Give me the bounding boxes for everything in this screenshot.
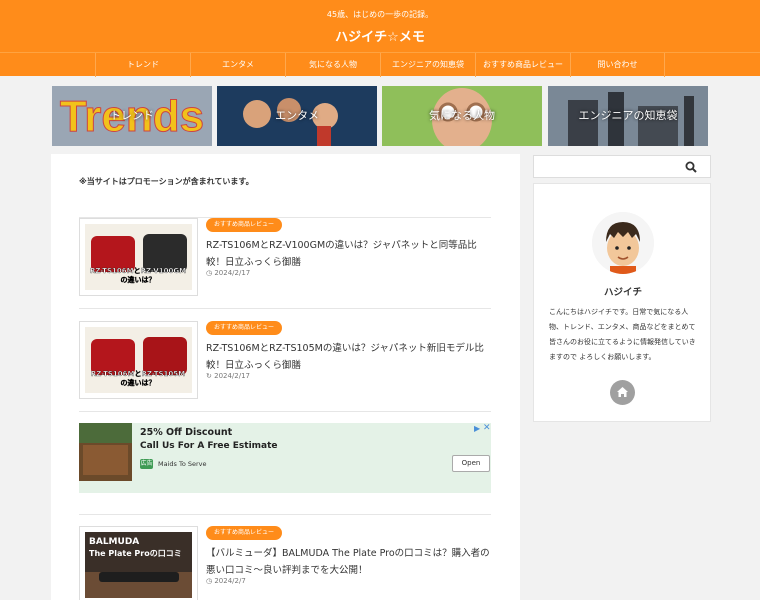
post-title-line: RZ-TS106MとRZ-TS105Mの違いは？ジャパネット新旧モデル比 [206, 343, 484, 354]
banner-entertainment[interactable]: エンタメ [217, 86, 377, 146]
main-content: ※当サイトはプロモーションが含まれています。 RZ-TS106MとRZ-V100… [51, 154, 520, 600]
ad-badge: 広告 [140, 459, 153, 469]
site-tagline: 45歳、はじめの一歩の記録。 [326, 10, 434, 19]
post-title-line: 悪い口コミ〜良い評判までを大公開！ [206, 565, 368, 576]
search-input[interactable] [533, 155, 711, 178]
ad-subtitle[interactable]: Call Us For A Free Estimate [140, 441, 278, 451]
nav-item-contact[interactable]: 問い合わせ [570, 53, 665, 77]
post-card[interactable]: RZ-TS106MとRZ-TS105M の違いは？ おすすめ商品レビュー RZ-… [79, 321, 491, 401]
banner-people[interactable]: 気になる人物 [382, 86, 542, 146]
post-date: ↻ 2024/2/17 [206, 372, 250, 380]
banner-label: エンジニアの知恵袋 [578, 109, 678, 122]
thumb-caption-line1: BALMUDA [89, 537, 139, 547]
profile-name: ハジイチ [603, 287, 642, 298]
banner-label: 気になる人物 [429, 109, 495, 122]
divider [79, 308, 491, 309]
home-icon [617, 387, 628, 397]
banner-label: トレンド [110, 109, 154, 122]
avatar [592, 212, 654, 274]
post-title[interactable]: 【バルミューダ】BALMUDA The Plate Proの口コミは？購入者の … [206, 545, 491, 579]
search-icon[interactable] [685, 161, 697, 173]
category-badge[interactable]: おすすめ商品レビュー [206, 526, 283, 540]
nav-item-trend[interactable]: トレンド [95, 53, 190, 77]
ad-image [79, 423, 132, 481]
post-card[interactable]: RZ-TS106MとRZ-V100GM の違いは？ おすすめ商品レビュー RZ-… [79, 218, 491, 298]
clock-icon: ◷ [206, 269, 213, 277]
refresh-icon: ↻ [206, 372, 212, 380]
date-text: 2024/2/7 [214, 577, 246, 585]
hotplate-image: BALMUDA The Plate Proの口コミ [85, 532, 192, 598]
post-card[interactable]: BALMUDA The Plate Proの口コミ おすすめ商品レビュー 【バル… [79, 526, 491, 600]
post-title[interactable]: RZ-TS106MとRZ-TS105Mの違いは？ジャパネット新旧モデル比 較！日… [206, 340, 491, 374]
profile-bio: こんにちはハジイチです。日常で気になる人物、トレンド、エンタメ、商品などをまとめ… [549, 308, 696, 361]
profile-widget: ハジイチ こんにちはハジイチです。日常で気になる人物、トレンド、エンタメ、商品な… [533, 183, 711, 422]
promotion-notice: ※当サイトはプロモーションが含まれています。 [79, 177, 254, 186]
site-header: 45歳、はじめの一歩の記録。 ハジイチ☆メモ [0, 0, 760, 52]
divider [79, 411, 491, 412]
rice-cooker-image: RZ-TS106MとRZ-V100GM の違いは？ [85, 224, 192, 290]
avatar-illustration [592, 212, 654, 274]
nav-item-engineer[interactable]: エンジニアの知恵袋 [380, 53, 475, 77]
category-badge[interactable]: おすすめ商品レビュー [206, 321, 283, 335]
ad-title[interactable]: 25% Off Discount [140, 427, 232, 438]
thumb-caption-line2: The Plate Proの口コミ [89, 549, 182, 558]
post-thumbnail[interactable]: BALMUDA The Plate Proの口コミ [79, 526, 198, 600]
global-nav: トレンド エンタメ 気になる人物 エンジニアの知恵袋 おすすめ商品レビュー 問い… [0, 52, 760, 77]
nav-item-review[interactable]: おすすめ商品レビュー [475, 53, 570, 77]
thumb-caption-line1: RZ-TS106MとRZ-V100GM [90, 267, 186, 275]
nav-item-people[interactable]: 気になる人物 [285, 53, 380, 77]
adchoices-icon[interactable]: ▶ [474, 424, 480, 433]
post-title-line: RZ-TS106MとRZ-V100GMの違いは？ジャパネットと同等品比 [206, 240, 477, 251]
date-text: 2024/2/17 [214, 372, 251, 380]
banner-trend[interactable]: Trends トレンド [52, 86, 212, 146]
post-thumbnail[interactable]: RZ-TS106MとRZ-V100GM の違いは？ [79, 218, 198, 296]
banner-engineer[interactable]: エンジニアの知恵袋 [548, 86, 708, 146]
site-title[interactable]: ハジイチ☆メモ [0, 26, 760, 45]
rice-cooker-image: RZ-TS106MとRZ-TS105M の違いは？ [85, 327, 192, 393]
thumb-caption-line2: の違いは？ [121, 275, 156, 284]
post-date: ◷ 2024/2/17 [206, 269, 250, 277]
advertisement[interactable]: 25% Off Discount Call Us For A Free Esti… [79, 423, 491, 493]
thumb-caption-line2: の違いは？ [121, 378, 156, 387]
ad-open-button[interactable]: Open [452, 455, 490, 472]
divider [79, 514, 491, 515]
nav-item-entertainment[interactable]: エンタメ [190, 53, 285, 77]
close-icon[interactable]: ✕ [483, 423, 491, 433]
home-button[interactable] [610, 380, 635, 405]
post-thumbnail[interactable]: RZ-TS106MとRZ-TS105M の違いは？ [79, 321, 198, 399]
banner-label: エンタメ [275, 109, 319, 122]
post-title-line: 【バルミューダ】BALMUDA The Plate Proの口コミは？購入者の [206, 548, 490, 559]
category-badge[interactable]: おすすめ商品レビュー [206, 218, 283, 232]
post-title[interactable]: RZ-TS106MとRZ-V100GMの違いは？ジャパネットと同等品比 較！日立… [206, 237, 491, 271]
post-date: ◷ 2024/2/7 [206, 577, 246, 585]
thumb-caption-line1: RZ-TS106MとRZ-TS105M [91, 370, 185, 378]
clock-icon: ◷ [206, 577, 213, 585]
ad-brand[interactable]: Maids To Serve [158, 459, 207, 469]
date-text: 2024/2/17 [214, 269, 251, 277]
